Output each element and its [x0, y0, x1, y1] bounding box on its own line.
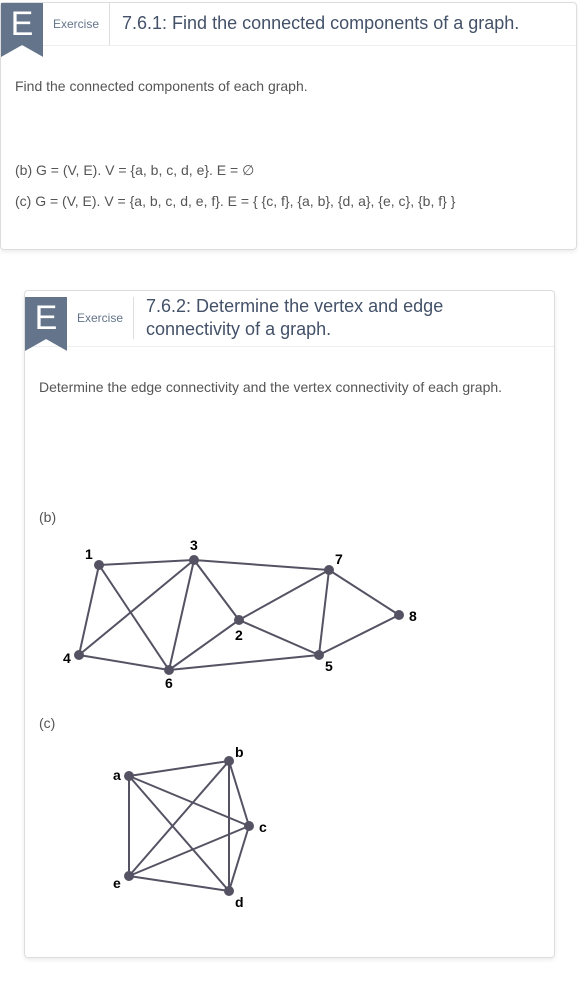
exercise-badge-icon: E	[1, 3, 43, 45]
graph-c: abcde	[39, 741, 540, 911]
svg-text:6: 6	[165, 675, 173, 691]
exercise-label: Exercise	[43, 3, 110, 45]
exercise-body: Find the connected components of each gr…	[1, 46, 576, 249]
exercise-badge-letter: E	[25, 297, 67, 339]
svg-text:d: d	[235, 894, 244, 910]
svg-text:a: a	[113, 767, 121, 783]
part-c-block: (c) abcde	[39, 715, 540, 911]
exercise-body: Determine the edge connectivity and the …	[25, 347, 554, 957]
svg-text:c: c	[259, 819, 267, 835]
svg-text:1: 1	[85, 546, 93, 562]
svg-text:4: 4	[63, 650, 71, 666]
exercise-header: E Exercise 7.6.1: Find the connected com…	[1, 3, 576, 46]
exercise-badge-letter: E	[1, 3, 43, 45]
svg-text:7: 7	[335, 551, 343, 567]
graph-b: 1 4 3 6 2 7 5 8	[39, 535, 540, 695]
exercise-block-761: E Exercise 7.6.1: Find the connected com…	[0, 2, 577, 250]
svg-text:e: e	[113, 875, 121, 891]
exercise-title: 7.6.1: Find the connected components of …	[110, 8, 531, 39]
exercise-header: E Exercise 7.6.2: Determine the vertex a…	[25, 291, 554, 347]
exercise-intro: Find the connected components of each gr…	[15, 78, 562, 94]
exercise-intro: Determine the edge connectivity and the …	[39, 379, 540, 395]
exercise-block-762: E Exercise 7.6.2: Determine the vertex a…	[24, 290, 555, 958]
part-b-block: (b) 1 4 3 6 2 7 5 8	[39, 509, 540, 695]
svg-text:2: 2	[235, 627, 243, 643]
exercise-part-c: (c) G = (V, E). V = {a, b, c, d, e, f}. …	[15, 193, 562, 209]
exercise-part-b: (b) G = (V, E). V = {a, b, c, d, e}. E =…	[15, 162, 562, 179]
svg-text:8: 8	[409, 608, 417, 624]
exercise-label: Exercise	[67, 297, 134, 339]
part-c-label: (c)	[39, 715, 55, 731]
svg-text:3: 3	[190, 537, 198, 553]
svg-text:5: 5	[325, 658, 333, 674]
part-b-label: (b)	[39, 509, 56, 525]
exercise-title: 7.6.2: Determine the vertex and edge con…	[134, 291, 554, 346]
exercise-badge-icon: E	[25, 297, 67, 339]
